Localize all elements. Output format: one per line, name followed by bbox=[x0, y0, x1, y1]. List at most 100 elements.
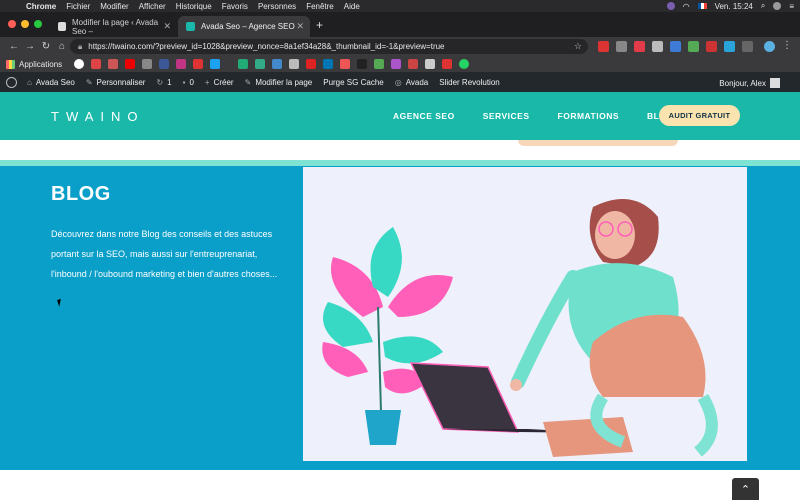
nav-formations[interactable]: FORMATIONS bbox=[558, 111, 620, 121]
blog-heading: BLOG bbox=[51, 183, 111, 205]
tab-avada-seo[interactable]: Avada Seo – Agence SEO ✕ bbox=[178, 16, 310, 37]
gmail-icon[interactable] bbox=[91, 59, 102, 69]
wp-slider-revolution-link[interactable]: Slider Revolution bbox=[439, 78, 499, 87]
bookmark-icon[interactable] bbox=[340, 59, 351, 69]
menu-fenetre[interactable]: Fenêtre bbox=[306, 2, 334, 11]
scroll-to-top-button[interactable]: ⌃ bbox=[732, 478, 759, 500]
bookmark-icon[interactable] bbox=[374, 59, 385, 69]
page-content: BLOG Découvrez dans notre Blog des conse… bbox=[0, 140, 800, 500]
bookmark-icon[interactable] bbox=[391, 59, 402, 69]
wordpress-icon[interactable] bbox=[6, 76, 17, 88]
bookmark-applications[interactable]: Applications bbox=[19, 60, 62, 69]
bookmark-icon[interactable] bbox=[193, 59, 204, 69]
browser-toolbar: ← → ↻ ⌂ 🔒︎ https://twaino.com/?preview_i… bbox=[0, 37, 800, 56]
wp-admin-bar: ⌂ Avada Seo ✎ Personnaliser ↻ 1 ▪ 0 + Créer ✎… bbox=[0, 72, 800, 92]
back-button[interactable]: ← bbox=[6, 41, 22, 52]
menu-favoris[interactable]: Favoris bbox=[222, 2, 248, 11]
google-icon[interactable] bbox=[74, 59, 85, 69]
nav-services[interactable]: SERVICES bbox=[483, 111, 530, 121]
profile-icon[interactable] bbox=[764, 41, 775, 52]
audit-gratuit-button[interactable]: AUDIT GRATUIT bbox=[659, 105, 740, 126]
nav-agence-seo[interactable]: AGENCE SEO bbox=[393, 111, 455, 121]
extension-icon[interactable] bbox=[706, 41, 717, 52]
forward-button[interactable]: → bbox=[22, 41, 38, 52]
wp-avada-label: Avada bbox=[405, 77, 429, 87]
bookmark-icon[interactable] bbox=[425, 59, 436, 69]
wifi-icon[interactable]: ◠ bbox=[683, 2, 690, 11]
extension-icon[interactable] bbox=[598, 41, 609, 52]
extension-icon[interactable] bbox=[742, 41, 753, 52]
wp-customize-link[interactable]: ✎ Personnaliser bbox=[86, 78, 146, 87]
menu-afficher[interactable]: Afficher bbox=[139, 2, 166, 11]
facebook-icon[interactable] bbox=[159, 59, 170, 69]
menubar-clock[interactable]: Ven. 15:24 bbox=[715, 2, 753, 11]
main-nav: AGENCE SEO SERVICES FORMATIONS BLOG bbox=[393, 111, 702, 121]
linkedin-icon[interactable] bbox=[323, 59, 334, 69]
bookmark-icon[interactable] bbox=[142, 59, 153, 69]
extension-icon[interactable] bbox=[652, 41, 663, 52]
kebab-menu-icon[interactable]: ⋮ bbox=[782, 40, 792, 51]
bookmark-icon[interactable] bbox=[357, 59, 368, 69]
spotlight-icon[interactable]: ⌕ bbox=[761, 1, 765, 11]
bookmark-icon[interactable] bbox=[408, 59, 419, 69]
extension-icon[interactable] bbox=[670, 41, 681, 52]
menu-historique[interactable]: Historique bbox=[176, 2, 212, 11]
avada-icon: ◎ bbox=[394, 77, 402, 87]
bookmark-icon[interactable] bbox=[272, 59, 283, 69]
macos-menubar: Chrome Fichier Modifier Afficher Histori… bbox=[0, 0, 800, 12]
whatsapp-icon[interactable] bbox=[459, 59, 470, 69]
woman-figure bbox=[510, 199, 718, 457]
extension-icon[interactable] bbox=[688, 41, 699, 52]
bookmark-icon[interactable] bbox=[238, 59, 249, 69]
extension-icon[interactable] bbox=[634, 41, 645, 52]
bookmark-icon[interactable] bbox=[306, 59, 317, 69]
flag-fr-icon[interactable] bbox=[697, 3, 707, 9]
menu-aide[interactable]: Aide bbox=[344, 2, 360, 11]
extension-icon[interactable] bbox=[616, 41, 627, 52]
twitter-icon[interactable] bbox=[210, 59, 221, 69]
new-tab-button[interactable]: + bbox=[316, 19, 323, 31]
browser-tabstrip: Modifier la page ‹ Avada Seo – ✕ Avada S… bbox=[0, 12, 800, 37]
wp-customize-label: Personnaliser bbox=[96, 77, 146, 87]
wp-slider-label: Slider Revolution bbox=[439, 77, 500, 87]
status-app-icon[interactable] bbox=[666, 2, 675, 10]
reload-button[interactable]: ↻ bbox=[38, 41, 54, 52]
close-window-button[interactable] bbox=[8, 20, 16, 28]
wp-updates-link[interactable]: ↻ 1 bbox=[156, 78, 171, 87]
home-button[interactable]: ⌂ bbox=[54, 41, 70, 52]
wp-new-link[interactable]: + Créer bbox=[205, 78, 234, 87]
wp-site-link[interactable]: ⌂ Avada Seo bbox=[27, 78, 75, 87]
tab-modifier-la-page[interactable]: Modifier la page ‹ Avada Seo – ✕ bbox=[50, 16, 177, 37]
bookmark-icon[interactable] bbox=[289, 59, 300, 69]
close-tab-icon[interactable]: ✕ bbox=[296, 21, 304, 32]
lock-icon[interactable]: 🔒︎ bbox=[78, 42, 82, 52]
menu-personnes[interactable]: Personnes bbox=[258, 2, 296, 11]
wp-comments-count: 0 bbox=[189, 77, 194, 87]
wp-site-name: Avada Seo bbox=[35, 77, 75, 87]
menu-modifier[interactable]: Modifier bbox=[100, 2, 128, 11]
wp-purge-cache-link[interactable]: Purge SG Cache bbox=[323, 78, 383, 87]
bookmark-icon[interactable] bbox=[108, 59, 119, 69]
wp-updates-count: 1 bbox=[167, 77, 172, 87]
wp-comments-link[interactable]: ▪ 0 bbox=[183, 78, 194, 87]
avatar bbox=[770, 78, 780, 88]
wp-avada-link[interactable]: ◎ Avada bbox=[395, 78, 429, 87]
site-logo[interactable]: TWAINO bbox=[51, 109, 145, 124]
instagram-icon[interactable] bbox=[176, 59, 187, 69]
wp-edit-page-link[interactable]: ✎ Modifier la page bbox=[245, 78, 313, 87]
minimize-window-button[interactable] bbox=[21, 20, 29, 28]
zoom-window-button[interactable] bbox=[34, 20, 42, 28]
control-center-icon[interactable]: ≡ bbox=[789, 2, 794, 11]
youtube-icon[interactable] bbox=[125, 59, 136, 69]
apps-grid-icon[interactable] bbox=[6, 59, 15, 69]
user-avatar-icon[interactable] bbox=[773, 2, 782, 10]
address-bar[interactable]: 🔒︎ https://twaino.com/?preview_id=1028&p… bbox=[70, 39, 588, 54]
bookmark-star-icon[interactable]: ☆ bbox=[574, 41, 582, 52]
menu-app-name[interactable]: Chrome bbox=[26, 2, 56, 11]
menu-fichier[interactable]: Fichier bbox=[66, 2, 90, 11]
bookmark-icon[interactable] bbox=[442, 59, 453, 69]
bookmark-icon[interactable] bbox=[255, 59, 266, 69]
extension-icon[interactable] bbox=[724, 41, 735, 52]
wp-account-menu[interactable]: Bonjour, Alex bbox=[719, 78, 780, 88]
close-tab-icon[interactable]: ✕ bbox=[163, 21, 171, 32]
